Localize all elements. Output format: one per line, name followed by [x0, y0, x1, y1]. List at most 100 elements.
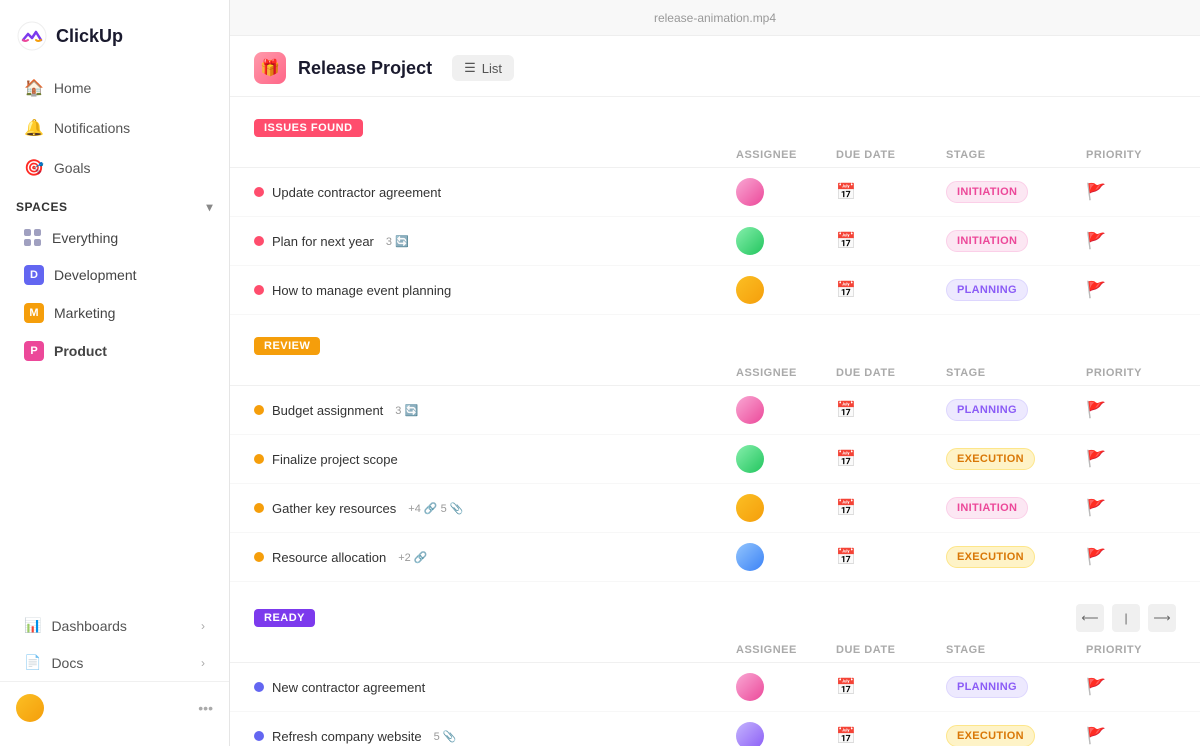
flag-icon: 🚩	[1086, 679, 1106, 696]
product-badge: P	[24, 341, 44, 361]
review-section-header: REVIEW	[230, 331, 1200, 361]
task-name: Plan for next year 3 🔄	[254, 234, 736, 249]
assignee-cell	[736, 494, 836, 522]
task-name: Resource allocation +2 🔗	[254, 550, 736, 565]
priority-dot	[254, 285, 264, 295]
avatar	[736, 673, 764, 701]
table-row[interactable]: Gather key resources +4 🔗 5 📎 📅 INITIATI…	[230, 484, 1200, 533]
assignee-cell	[736, 276, 836, 304]
stage-cell: PLANNING	[946, 399, 1086, 421]
logo[interactable]: ClickUp	[0, 12, 229, 68]
issues-section: ISSUES FOUND ASSIGNEE DUE DATE STAGE PRI…	[230, 113, 1200, 315]
topbar-text: release-animation.mp4	[654, 11, 776, 25]
table-row[interactable]: Refresh company website 5 📎 📅 EXECUTION …	[230, 712, 1200, 746]
list-view-tab[interactable]: ☰ List	[452, 55, 514, 81]
spaces-section-header: Spaces ▾	[0, 188, 229, 220]
page-title: Release Project	[298, 58, 432, 79]
review-badge: REVIEW	[254, 337, 320, 355]
priority-cell: 🚩	[1086, 280, 1176, 300]
task-name: Finalize project scope	[254, 452, 736, 467]
task-name: Update contractor agreement	[254, 185, 736, 200]
user-menu-icon[interactable]: •••	[198, 700, 213, 716]
marketing-badge: M	[24, 303, 44, 323]
sidebar-item-goals[interactable]: 🎯 Goals	[8, 149, 221, 187]
assignee-cell	[736, 673, 836, 701]
calendar-icon: 📅	[836, 233, 856, 250]
stage-cell: INITIATION	[946, 181, 1086, 203]
ready-table-header: ASSIGNEE DUE DATE STAGE PRIORITY	[230, 638, 1200, 663]
stage-cell: EXECUTION	[946, 448, 1086, 470]
avatar	[736, 276, 764, 304]
table-row[interactable]: Plan for next year 3 🔄 📅 INITIATION 🚩	[230, 217, 1200, 266]
due-date-cell: 📅	[836, 726, 946, 746]
due-date-cell: 📅	[836, 677, 946, 697]
ready-badge: READY	[254, 609, 315, 627]
table-row[interactable]: Resource allocation +2 🔗 📅 EXECUTION 🚩	[230, 533, 1200, 582]
sidebar-item-notifications-label: Notifications	[54, 120, 130, 136]
section-controls: ⟵ | ⟶	[1076, 604, 1176, 632]
sidebar-item-everything[interactable]: Everything	[8, 221, 221, 255]
due-date-cell: 📅	[836, 400, 946, 420]
calendar-icon: 📅	[836, 549, 856, 566]
priority-cell: 🚩	[1086, 400, 1176, 420]
flag-icon: 🚩	[1086, 451, 1106, 468]
user-profile[interactable]: •••	[0, 681, 229, 734]
action-btn-1[interactable]: ⟵	[1076, 604, 1104, 632]
table-row[interactable]: Update contractor agreement 📅 INITIATION…	[230, 168, 1200, 217]
avatar	[736, 227, 764, 255]
action-btn-3[interactable]: ⟶	[1148, 604, 1176, 632]
clickup-logo-icon	[16, 20, 48, 52]
chevron-right-icon: ›	[201, 656, 205, 670]
development-badge: D	[24, 265, 44, 285]
due-date-cell: 📅	[836, 547, 946, 567]
goals-icon: 🎯	[24, 158, 44, 178]
docs-icon: 📄	[24, 654, 41, 671]
sidebar-item-notifications[interactable]: 🔔 Notifications	[8, 109, 221, 147]
due-date-cell: 📅	[836, 498, 946, 518]
table-row[interactable]: Budget assignment 3 🔄 📅 PLANNING 🚩	[230, 386, 1200, 435]
due-date-cell: 📅	[836, 231, 946, 251]
chevron-down-icon[interactable]: ▾	[206, 200, 213, 214]
priority-dot	[254, 503, 264, 513]
avatar	[16, 694, 44, 722]
avatar	[736, 722, 764, 746]
flag-icon: 🚩	[1086, 500, 1106, 517]
task-name: Refresh company website 5 📎	[254, 729, 736, 744]
bell-icon: 🔔	[24, 118, 44, 138]
avatar	[736, 543, 764, 571]
avatar	[736, 494, 764, 522]
everything-icon	[24, 229, 42, 247]
due-date-cell: 📅	[836, 182, 946, 202]
logo-text: ClickUp	[56, 26, 123, 47]
priority-cell: 🚩	[1086, 498, 1176, 518]
sidebar-item-marketing[interactable]: M Marketing	[8, 295, 221, 331]
sidebar-item-dashboards[interactable]: 📊 Dashboards ›	[8, 608, 221, 643]
avatar	[736, 178, 764, 206]
flag-icon: 🚩	[1086, 184, 1106, 201]
calendar-icon: 📅	[836, 679, 856, 696]
stage-cell: INITIATION	[946, 230, 1086, 252]
stage-cell: PLANNING	[946, 279, 1086, 301]
flag-icon: 🚩	[1086, 728, 1106, 745]
sidebar-item-home[interactable]: 🏠 Home	[8, 69, 221, 107]
assignee-cell	[736, 722, 836, 746]
priority-dot	[254, 236, 264, 246]
assignee-cell	[736, 178, 836, 206]
action-btn-2[interactable]: |	[1112, 604, 1140, 632]
task-name: New contractor agreement	[254, 680, 736, 695]
due-date-cell: 📅	[836, 280, 946, 300]
table-row[interactable]: New contractor agreement 📅 PLANNING 🚩	[230, 663, 1200, 712]
table-row[interactable]: Finalize project scope 📅 EXECUTION 🚩	[230, 435, 1200, 484]
task-name: Gather key resources +4 🔗 5 📎	[254, 501, 736, 516]
ready-section: READY ⟵ | ⟶ ASSIGNEE DUE DATE STAGE PRIO…	[230, 598, 1200, 746]
issues-badge: ISSUES FOUND	[254, 119, 363, 137]
sidebar-item-docs[interactable]: 📄 Docs ›	[8, 645, 221, 680]
stage-cell: INITIATION	[946, 497, 1086, 519]
avatar	[736, 396, 764, 424]
assignee-cell	[736, 445, 836, 473]
table-row[interactable]: How to manage event planning 📅 PLANNING …	[230, 266, 1200, 315]
avatar	[736, 445, 764, 473]
sidebar-item-product[interactable]: P Product	[8, 333, 221, 369]
sidebar-item-development[interactable]: D Development	[8, 257, 221, 293]
main-content: release-animation.mp4 🎁 Release Project …	[230, 0, 1200, 746]
